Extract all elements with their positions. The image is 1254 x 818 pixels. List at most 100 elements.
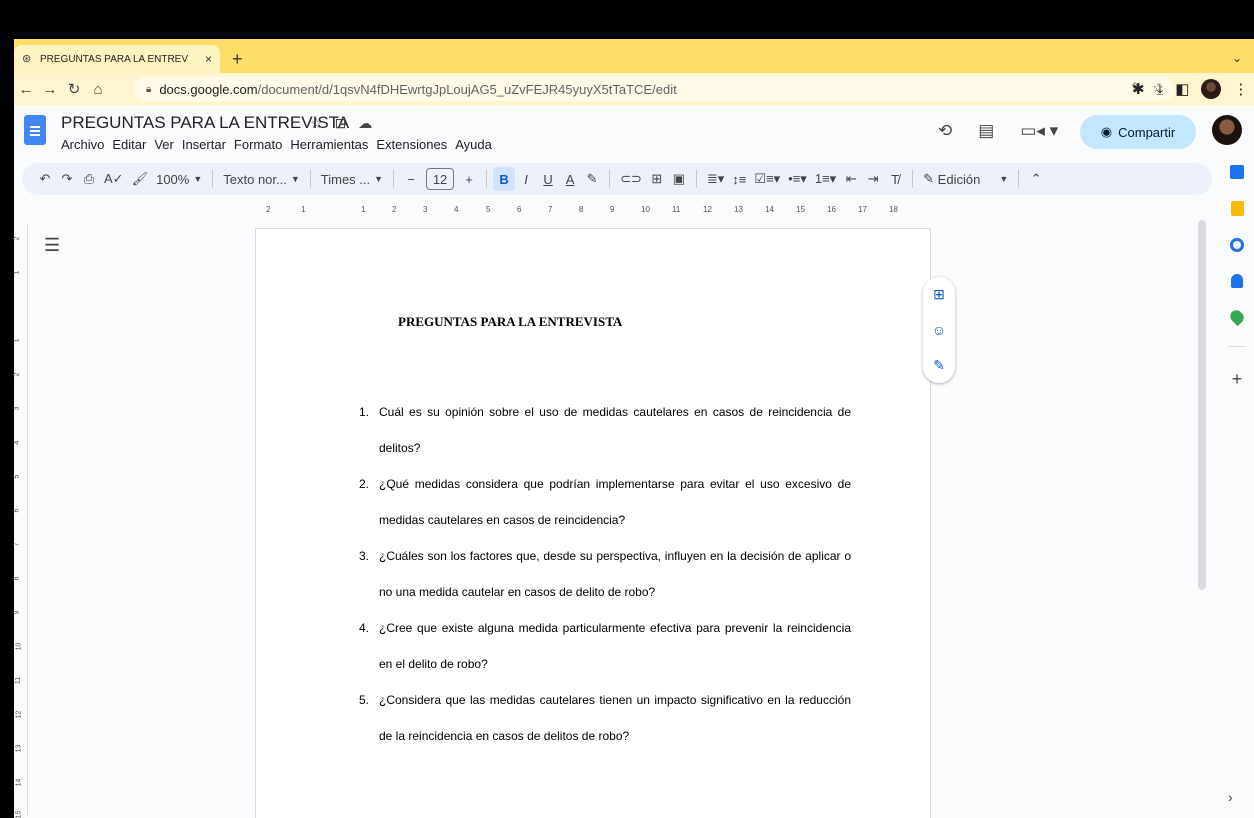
tab-search-button[interactable]: ⌄ [1232,51,1242,65]
vertical-scrollbar[interactable] [1198,220,1206,590]
menu-ayuda[interactable]: Ayuda [455,137,492,152]
extensions-icon[interactable]: ✱ [1132,80,1145,98]
account-avatar[interactable] [1212,115,1242,145]
chevron-down-icon: ▼ [290,174,300,184]
add-comment-icon[interactable]: ⊞ [646,167,668,191]
keep-icon[interactable] [1230,201,1244,216]
cloud-status-icon[interactable]: ☁︎ [358,115,372,132]
meet-icon[interactable]: ▭◂ ▾ [1020,121,1058,141]
chevron-down-icon: ▼ [374,174,384,184]
paint-format-icon[interactable]: 🖌︎ [128,167,153,191]
document-title[interactable]: PREGUNTAS PARA LA ENTREVISTA [61,113,349,133]
suggest-edits-icon[interactable]: ✎ [933,357,945,374]
menu-ver[interactable]: Ver [154,137,174,152]
address-bar[interactable]: 🔒︎ docs.google.com/document/d/1qsvN4fDHE… [134,77,1174,101]
checklist-icon[interactable]: ☑≡▾ [750,167,784,191]
ruler-number: 18 [889,205,898,214]
insert-image-icon[interactable]: ▣ [668,167,690,191]
close-tab-button[interactable]: × [205,52,212,66]
horizontal-ruler[interactable]: 2 1 1 2 3 4 5 6 7 8 9 10 11 12 13 14 15 … [256,203,932,215]
highlight-icon[interactable]: ✎ [581,167,603,191]
font-select[interactable]: Times ... ▼ [317,167,387,191]
back-button[interactable]: ← [14,81,38,98]
increase-indent-icon[interactable]: ⇥ [862,167,884,191]
align-icon[interactable]: ≣▾ [703,167,728,191]
profile-avatar[interactable] [1201,79,1222,99]
comments-icon[interactable]: ▤ [978,121,994,141]
tasks-icon[interactable] [1230,238,1244,252]
side-panel: + [1222,165,1252,815]
add-comment-icon[interactable]: ⊞ [933,286,945,303]
style-select[interactable]: Texto nor... ▼ [219,167,304,191]
share-button[interactable]: ◉ Compartir [1080,115,1196,149]
line-spacing-icon[interactable]: ↕≡ [728,167,750,191]
ruler-number: 6 [13,508,21,513]
bold-button[interactable]: B [493,167,516,191]
home-button[interactable]: ⌂ [86,81,110,98]
ruler-number: 15 [15,810,23,818]
share-label: Compartir [1118,124,1176,140]
document-outline-icon[interactable]: ☰ [44,235,60,256]
document-heading: PREGUNTAS PARA LA ENTREVISTA [398,314,623,329]
calendar-icon[interactable] [1230,165,1244,179]
italic-button[interactable]: I [515,167,537,191]
reload-button[interactable]: ↻ [62,80,86,98]
toolbar-divider [486,170,488,188]
undo-icon[interactable]: ↶ [34,167,56,191]
menu-insertar[interactable]: Insertar [182,137,226,152]
ruler-number: 16 [827,205,836,214]
url-host: docs.google.com [159,81,258,97]
move-folder-icon[interactable]: ⊡ [335,115,347,132]
list-number: 4. [359,621,370,635]
star-icon[interactable]: ☆ [310,115,323,132]
hide-menus-icon[interactable]: ⌃ [1025,167,1047,191]
ruler-number: 8 [13,576,21,581]
side-panel-divider [1228,346,1246,347]
decrease-font-button[interactable]: − [400,167,422,191]
menu-herramientas[interactable]: Herramientas [290,137,368,152]
menu-editar[interactable]: Editar [112,137,146,152]
font-size-input[interactable]: 12 [426,168,455,190]
chevron-down-icon: ▼ [193,174,203,184]
link-icon[interactable]: ⊂⊃ [616,167,646,191]
menu-archivo[interactable]: Archivo [61,137,104,152]
document-page[interactable]: PREGUNTAS PARA LA ENTREVISTA 1. Cuál es s… [255,228,931,818]
menu-extensiones[interactable]: Extensiones [376,137,447,152]
redo-icon[interactable]: ↷ [56,167,78,191]
menu-formato[interactable]: Formato [234,137,282,152]
ruler-number: 10 [641,205,650,214]
ruler-number: 7 [548,205,553,214]
zoom-select[interactable]: 100% ▼ [152,167,206,191]
questions-list: 1. Cuál es su opinión sobre el uso de med… [359,394,851,754]
numbered-list-icon[interactable]: 1≡▾ [811,167,840,191]
ruler-number: 12 [703,205,712,214]
ruler-number: 9 [13,610,21,615]
decrease-indent-icon[interactable]: ⇤ [840,167,862,191]
active-tab[interactable]: ⊛ PREGUNTAS PARA LA ENTREV × [14,45,220,73]
ruler-number: 2 [392,205,397,214]
print-icon[interactable]: ⎙ [78,167,100,191]
download-icon[interactable]: ⤓ [1157,81,1164,98]
contacts-icon[interactable] [1231,274,1243,288]
bulleted-list-icon[interactable]: •≡▾ [784,167,811,191]
clear-formatting-icon[interactable]: T̸ [884,167,906,191]
chevron-right-icon[interactable]: › [1228,789,1233,805]
new-tab-button[interactable]: + [232,49,243,70]
emoji-reaction-icon[interactable]: ☺ [932,322,946,338]
vertical-ruler[interactable]: 2 1 1 2 3 4 5 6 7 8 9 10 11 12 13 14 15 [13,225,28,818]
underline-button[interactable]: U [537,167,559,191]
increase-font-button[interactable]: + [458,167,480,191]
ruler-number: 5 [486,205,491,214]
more-menu-icon[interactable]: ⋮ [1233,80,1248,98]
maps-icon[interactable] [1227,307,1247,327]
editing-mode-select[interactable]: ✎ Edición ▼ [919,167,1012,191]
text-color-button[interactable]: A [559,167,581,191]
font-value: Times ... [320,171,371,187]
docs-logo-icon[interactable] [24,115,46,145]
forward-button[interactable]: → [38,81,62,98]
history-icon[interactable]: ⟲ [938,121,952,141]
side-panel-icon[interactable]: ◧ [1175,80,1189,98]
add-addon-icon[interactable]: + [1232,369,1243,390]
spellcheck-icon[interactable]: A✓ [100,167,128,191]
question-text: ¿Qué medidas considera que podrían imple… [379,477,851,527]
